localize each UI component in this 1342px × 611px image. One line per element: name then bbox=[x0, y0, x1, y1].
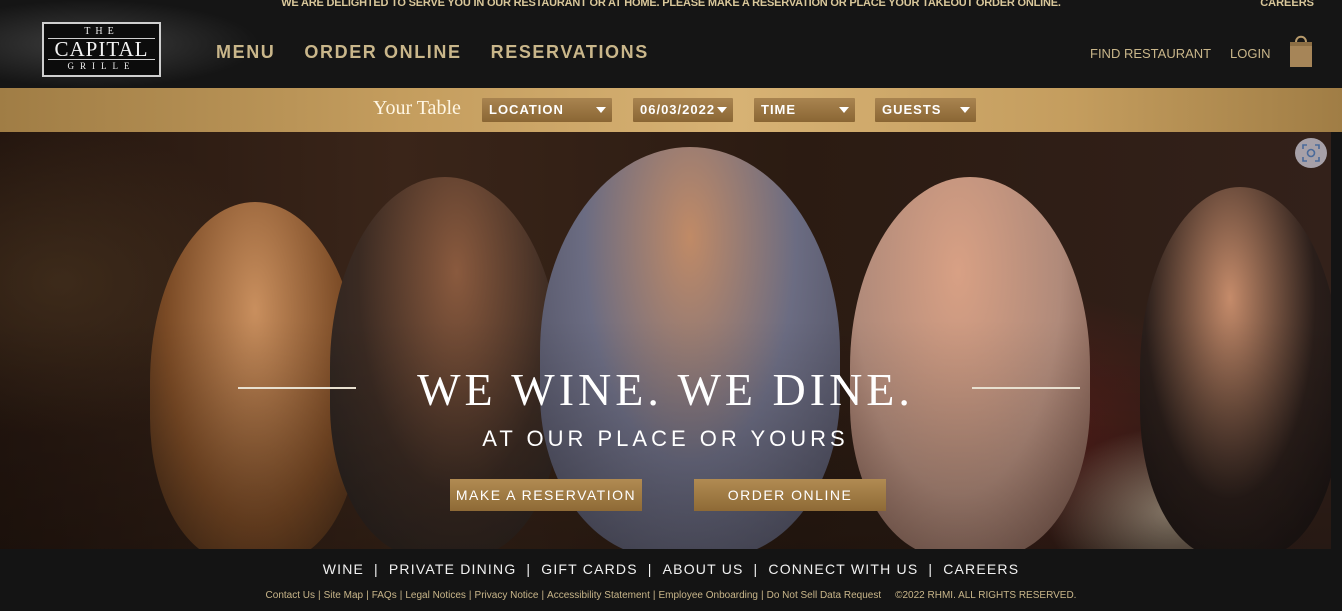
top-careers-link[interactable]: CAREERS bbox=[1260, 0, 1314, 9]
guests-select[interactable]: GUESTS bbox=[875, 98, 976, 122]
separator: | bbox=[652, 590, 656, 601]
site-header: WE ARE DELIGHTED TO SERVE YOU IN OUR RES… bbox=[0, 0, 1342, 88]
date-select-value: 06/03/2022 bbox=[640, 102, 716, 117]
shopping-bag-icon[interactable] bbox=[1288, 32, 1314, 68]
footer-link-privacy[interactable]: Privacy Notice bbox=[475, 590, 539, 601]
time-select-value: TIME bbox=[761, 102, 797, 117]
separator: | bbox=[374, 561, 379, 577]
hero-image bbox=[0, 132, 1331, 549]
make-reservation-button[interactable]: MAKE A RESERVATION bbox=[450, 479, 642, 511]
separator: | bbox=[647, 561, 653, 577]
site-footer: WINE | PRIVATE DINING | GIFT CARDS | ABOUT US |… bbox=[0, 549, 1342, 611]
logo-grille: GRILLE bbox=[67, 61, 136, 71]
separator: | bbox=[541, 590, 545, 601]
separator: | bbox=[468, 590, 472, 601]
footer-nav-connect[interactable]: CONNECT WITH US bbox=[768, 561, 918, 577]
separator: | bbox=[366, 590, 369, 601]
location-select[interactable]: LOCATION bbox=[482, 98, 612, 122]
hero-headline: WE WINE. WE DINE. bbox=[417, 364, 914, 415]
footer-link-faqs[interactable]: FAQs bbox=[372, 590, 397, 601]
separator: | bbox=[761, 590, 764, 601]
order-online-button[interactable]: ORDER ONLINE bbox=[694, 479, 886, 511]
find-restaurant-link[interactable]: FIND RESTAURANT bbox=[1090, 46, 1211, 61]
footer-link-do-not-sell[interactable]: Do Not Sell Data Request bbox=[767, 590, 882, 601]
footer-nav-about-us[interactable]: ABOUT US bbox=[663, 561, 744, 577]
chevron-down-icon bbox=[596, 107, 606, 113]
date-select[interactable]: 06/03/2022 bbox=[633, 98, 733, 122]
visual-search-icon bbox=[1302, 144, 1320, 162]
footer-link-contact[interactable]: Contact Us bbox=[266, 590, 315, 601]
footer-nav-wine[interactable]: WINE bbox=[323, 561, 364, 577]
capital-grille-logo[interactable]: THE CAPITAL GRILLE bbox=[42, 22, 161, 77]
footer-link-legal[interactable]: Legal Notices bbox=[405, 590, 466, 601]
time-select[interactable]: TIME bbox=[754, 98, 855, 122]
announcement-banner: WE ARE DELIGHTED TO SERVE YOU IN OUR RES… bbox=[281, 0, 1061, 9]
footer-link-onboarding[interactable]: Employee Onboarding bbox=[658, 590, 758, 601]
separator: | bbox=[928, 561, 934, 577]
location-select-value: LOCATION bbox=[489, 102, 564, 117]
logo-capital: CAPITAL bbox=[48, 38, 155, 60]
login-link[interactable]: LOGIN bbox=[1230, 46, 1270, 61]
main-nav: MENU ORDER ONLINE RESERVATIONS bbox=[216, 42, 649, 63]
footer-nav: WINE | PRIVATE DINING | GIFT CARDS | ABOUT US |… bbox=[0, 561, 1342, 577]
reservation-bar: Your Table LOCATION 06/03/2022 TIME GUES… bbox=[0, 88, 1342, 132]
separator: | bbox=[526, 561, 532, 577]
nav-order-online[interactable]: ORDER ONLINE bbox=[304, 42, 461, 63]
footer-nav-gift-cards[interactable]: GIFT CARDS bbox=[541, 561, 638, 577]
chevron-down-icon bbox=[717, 107, 727, 113]
footer-nav-careers[interactable]: CAREERS bbox=[943, 561, 1019, 577]
footer-link-accessibility[interactable]: Accessibility Statement bbox=[547, 590, 650, 601]
separator: | bbox=[753, 561, 759, 577]
hero-subhead: AT OUR PLACE OR YOURS bbox=[482, 426, 849, 451]
guests-select-value: GUESTS bbox=[882, 102, 942, 117]
copyright: ©2022 RHMI. ALL RIGHTS RESERVED. bbox=[895, 590, 1077, 601]
chevron-down-icon bbox=[839, 107, 849, 113]
footer-link-sitemap[interactable]: Site Map bbox=[324, 590, 363, 601]
nav-menu[interactable]: MENU bbox=[216, 42, 275, 63]
logo-the: THE bbox=[84, 26, 119, 37]
nav-reservations[interactable]: RESERVATIONS bbox=[491, 42, 649, 63]
chevron-down-icon bbox=[960, 107, 970, 113]
separator: | bbox=[399, 590, 403, 601]
your-table-label: Your Table bbox=[373, 97, 461, 119]
footer-links: Contact Us | Site Map | FAQs | Legal Notices | P… bbox=[0, 590, 1342, 601]
footer-nav-private-dining[interactable]: PRIVATE DINING bbox=[389, 561, 517, 577]
hero-overlay bbox=[0, 132, 1331, 549]
visual-search-button[interactable] bbox=[1295, 138, 1327, 168]
separator: | bbox=[318, 590, 321, 601]
